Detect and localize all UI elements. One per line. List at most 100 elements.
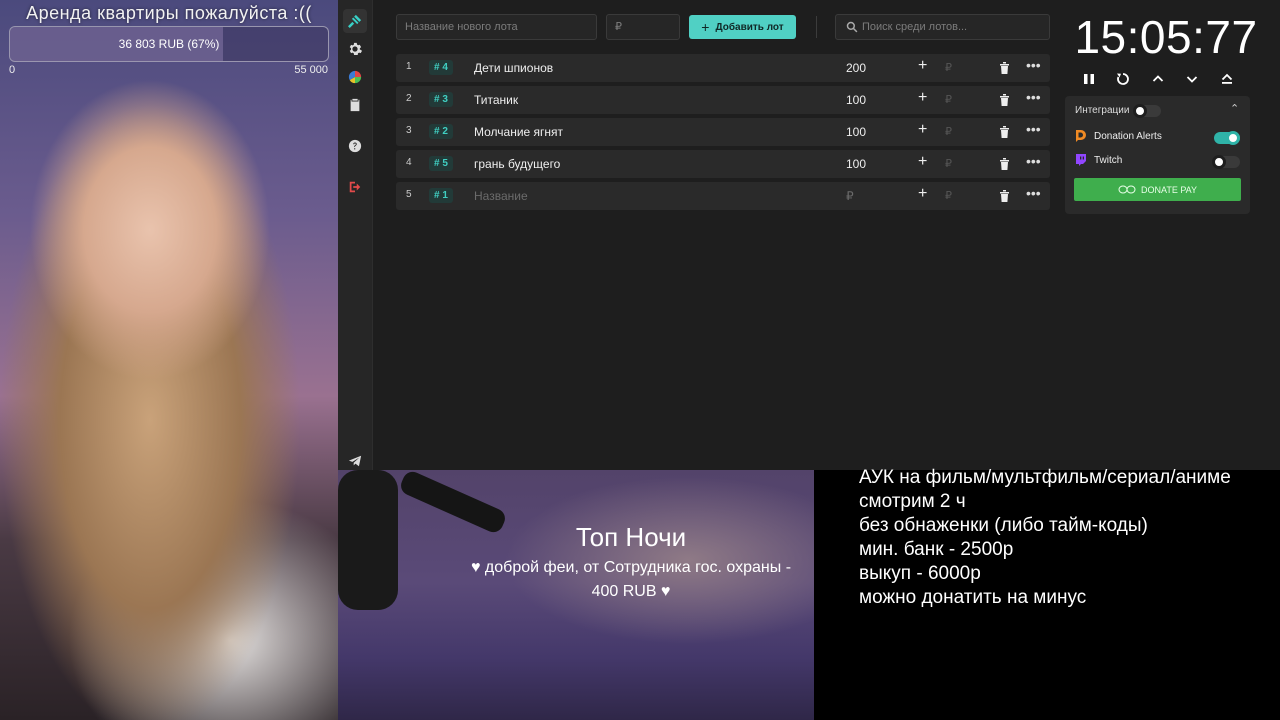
rules-line: без обнаженки (либо тайм-коды) <box>859 515 1148 536</box>
auction-rules: АУК на фильм/мультфильм/сериал/аниме смо… <box>859 466 1279 610</box>
toolbar-divider <box>816 16 817 38</box>
table-row: 1 # 4 Дети шпионов 200 + ₽ ••• <box>396 54 1050 82</box>
more-options-icon[interactable]: ••• <box>1026 57 1041 73</box>
donate-pay-icon <box>1118 185 1136 194</box>
lot-amount[interactable]: 100 <box>846 93 866 107</box>
lot-index: 4 <box>406 157 412 168</box>
goal-progress-text: 36 803 RUB (67%) <box>118 37 220 51</box>
top-night-message: ♥ доброй феи, от Сотрудника гос. охраны … <box>470 559 792 576</box>
search-icon <box>846 21 858 33</box>
chevron-up-icon[interactable] <box>1147 70 1169 88</box>
auction-icon[interactable] <box>343 9 367 33</box>
search-input[interactable] <box>862 15 1047 39</box>
top-night-title: Топ Ночи <box>575 522 687 552</box>
timer-panel: 15:05:77 <box>1056 10 1276 70</box>
integration-label: Twitch <box>1094 155 1123 166</box>
twitch-toggle[interactable] <box>1212 155 1240 169</box>
integration-label: Donation Alerts <box>1094 131 1162 142</box>
add-amount-button[interactable]: + <box>918 185 927 203</box>
sidebar <box>338 0 373 470</box>
trash-icon[interactable] <box>999 158 1010 170</box>
extra-amount-input[interactable]: ₽ <box>945 189 952 202</box>
extra-amount-input[interactable]: ₽ <box>945 157 952 170</box>
trash-icon[interactable] <box>999 94 1010 106</box>
pie-chart-icon[interactable] <box>343 65 367 89</box>
lot-fast-id: # 1 <box>429 188 453 203</box>
lot-fast-id: # 2 <box>429 124 453 139</box>
gear-icon[interactable] <box>343 37 367 61</box>
rules-line: выкуп - 6000р <box>859 563 981 584</box>
trash-icon[interactable] <box>999 126 1010 138</box>
trash-icon[interactable] <box>999 62 1010 74</box>
add-amount-button[interactable]: + <box>918 121 927 139</box>
more-options-icon[interactable]: ••• <box>1026 153 1041 169</box>
more-options-icon[interactable]: ••• <box>1026 89 1041 105</box>
rules-line: мин. банк - 2500р <box>859 539 1014 560</box>
extra-amount-input[interactable]: ₽ <box>945 93 952 106</box>
logout-icon[interactable] <box>343 175 367 199</box>
top-night-alert: Топ Ночи ♥ доброй феи, от Сотрудника гос… <box>338 522 814 601</box>
restart-icon[interactable] <box>1112 70 1134 88</box>
chevron-down-icon[interactable] <box>1181 70 1203 88</box>
chevron-up-icon[interactable]: ⌃ <box>1230 102 1239 115</box>
integrations-label: Интеграции <box>1075 105 1130 116</box>
rules-line: можно донатить на минус <box>859 587 1087 608</box>
more-options-icon[interactable]: ••• <box>1026 185 1041 201</box>
twitch-icon <box>1076 154 1086 166</box>
lot-amount[interactable]: 200 <box>846 61 866 75</box>
new-lot-name-input[interactable] <box>396 14 597 40</box>
table-row: 5 # 1 Название ₽ + ₽ ••• <box>396 182 1050 210</box>
lot-index: 5 <box>406 189 412 200</box>
donation-alerts-toggle[interactable] <box>1214 131 1240 145</box>
webcam-feed: Аренда квартиры пожалуйста :(( 36 803 RU… <box>0 0 338 720</box>
lot-index: 3 <box>406 125 412 136</box>
integrations-toggle[interactable] <box>1133 104 1161 118</box>
donation-alerts-icon <box>1076 130 1086 142</box>
goal-min-label: 0 <box>9 64 16 76</box>
donation-goal: Аренда квартиры пожалуйста :(( 36 803 RU… <box>0 0 338 80</box>
top-night-amount: 400 RUB ♥ <box>591 583 671 600</box>
new-lot-amount-input[interactable] <box>606 14 680 40</box>
table-row: 2 # 3 Титаник 100 + ₽ ••• <box>396 86 1050 114</box>
help-icon[interactable] <box>343 134 367 158</box>
new-lot-amount-field[interactable]: ₽ <box>846 189 854 203</box>
rules-line: АУК на фильм/мультфильм/сериал/аниме <box>859 467 1231 488</box>
lots-table: 1 # 4 Дети шпионов 200 + ₽ ••• 2 # 3 Тит… <box>396 54 1050 214</box>
extra-amount-input[interactable]: ₽ <box>945 125 952 138</box>
lot-name[interactable]: Молчание ягнят <box>474 125 563 139</box>
integrations-panel: Интеграции ⌃ Donation Alerts Twitch DONA… <box>1065 96 1250 214</box>
more-options-icon[interactable]: ••• <box>1026 121 1041 137</box>
timer-display: 15:05:77 <box>1074 11 1258 63</box>
goal-title: Аренда квартиры пожалуйста :(( <box>26 3 312 23</box>
lot-name[interactable]: Титаник <box>474 93 518 107</box>
plus-icon: + <box>701 19 710 35</box>
lot-name[interactable]: грань будущего <box>474 157 560 171</box>
add-lot-button[interactable]: + Добавить лот <box>689 15 796 39</box>
lot-amount[interactable]: 100 <box>846 157 866 171</box>
goal-progress-bar: 36 803 RUB (67%) <box>9 26 329 62</box>
clipboard-icon[interactable] <box>343 93 367 117</box>
rules-line: смотрим 2 ч <box>859 491 966 512</box>
table-row: 4 # 5 грань будущего 100 + ₽ ••• <box>396 150 1050 178</box>
lot-fast-id: # 4 <box>429 60 453 75</box>
add-amount-button[interactable]: + <box>918 57 927 75</box>
new-lot-name-field[interactable]: Название <box>474 189 528 203</box>
add-amount-button[interactable]: + <box>918 153 927 171</box>
stream-video: Топ Ночи ♥ доброй феи, от Сотрудника гос… <box>338 470 814 720</box>
goal-max-label: 55 000 <box>294 64 328 76</box>
trash-icon[interactable] <box>999 190 1010 202</box>
search-box[interactable] <box>835 14 1050 40</box>
table-row: 3 # 2 Молчание ягнят 100 + ₽ ••• <box>396 118 1050 146</box>
pause-icon[interactable] <box>1078 70 1100 88</box>
add-amount-button[interactable]: + <box>918 89 927 107</box>
lot-name[interactable]: Дети шпионов <box>474 61 553 75</box>
donate-pay-button[interactable]: DONATE PAY <box>1074 178 1241 201</box>
donate-pay-label: DONATE PAY <box>1140 184 1197 195</box>
lot-fast-id: # 3 <box>429 92 453 107</box>
add-lot-label: Добавить лот <box>715 21 784 33</box>
extra-amount-input[interactable]: ₽ <box>945 61 952 74</box>
eject-icon[interactable] <box>1216 70 1238 88</box>
lot-amount[interactable]: 100 <box>846 125 866 139</box>
auction-app: + Добавить лот 1 # 4 Дети шпионов 200 + … <box>338 0 1280 470</box>
lot-index: 1 <box>406 61 412 72</box>
